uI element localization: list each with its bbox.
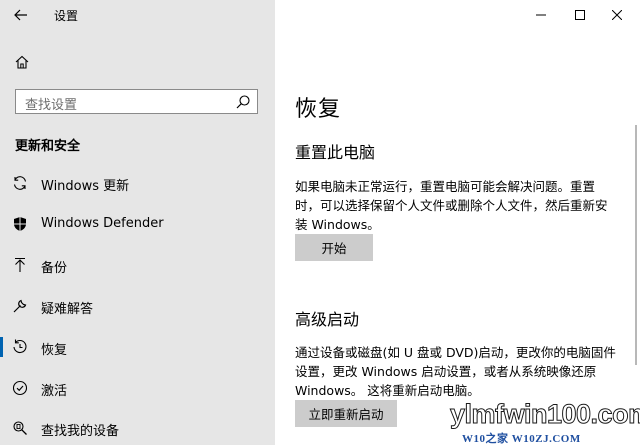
reset-description-line: 时，可以选择保留个人文件或删除个人文件，然后重新安 xyxy=(295,198,608,213)
home-button[interactable] xyxy=(12,52,32,72)
sidebar-item-find-my-device[interactable]: 查找我的设备 xyxy=(0,409,275,447)
sidebar-item-activation[interactable]: 激活 xyxy=(0,369,275,407)
maximize-icon xyxy=(575,10,585,20)
start-reset-button[interactable]: 开始 xyxy=(295,234,373,261)
sidebar-item-label: 恢复 xyxy=(41,343,68,358)
advanced-startup-description: 通过设备或磁盘(如 U 盘或 DVD)启动，更改你的电脑固件 设置，更改 Win… xyxy=(295,343,625,400)
search-icon xyxy=(236,95,250,109)
sidebar-item-windows-defender[interactable]: Windows Defender xyxy=(0,205,275,243)
sidebar-item-label: 疑难解答 xyxy=(41,302,94,317)
search-placeholder: 查找设置 xyxy=(25,98,78,113)
restart-now-button[interactable]: 立即重新启动 xyxy=(295,400,397,427)
scrollbar[interactable] xyxy=(635,125,637,365)
page-title: 恢复 xyxy=(295,97,342,122)
watermark: ylmfwin100.com W10之家 W10ZJ.COM xyxy=(450,395,640,446)
recovery-icon xyxy=(11,338,29,356)
wrench-icon xyxy=(11,297,29,315)
reset-heading: 重置此电脑 xyxy=(295,143,376,162)
sidebar-item-label: Windows Defender xyxy=(41,216,164,231)
sidebar-item-recovery[interactable]: 恢复 xyxy=(0,328,275,366)
section-title: 更新和安全 xyxy=(15,139,81,154)
close-button[interactable] xyxy=(594,0,640,30)
reset-description: 如果电脑未正常运行，重置电脑可能会解决问题。重置 时，可以选择保留个人文件或删除… xyxy=(295,177,625,234)
back-arrow-icon xyxy=(14,9,27,21)
sidebar-item-label: Windows 更新 xyxy=(41,179,130,194)
watermark-sub-text: W10之家 W10ZJ.COM xyxy=(462,433,581,445)
reset-description-line: 装 Windows。 xyxy=(295,217,380,232)
advanced-description-line: 通过设备或磁盘(如 U 盘或 DVD)启动，更改你的电脑固件 xyxy=(295,345,616,360)
back-button[interactable] xyxy=(10,4,32,26)
minimize-icon xyxy=(536,14,546,16)
home-icon xyxy=(15,55,29,69)
app-title: 设置 xyxy=(54,9,79,23)
backup-arrow-icon xyxy=(11,256,29,274)
close-icon xyxy=(612,10,622,20)
main-content: 恢复 重置此电脑 如果电脑未正常运行，重置电脑可能会解决问题。重置 时，可以选择… xyxy=(275,0,640,445)
sidebar-item-troubleshoot[interactable]: 疑难解答 xyxy=(0,287,275,325)
check-circle-icon xyxy=(11,379,29,397)
reset-description-line: 如果电脑未正常运行，重置电脑可能会解决问题。重置 xyxy=(295,179,596,194)
advanced-description-line: 设置，更改 Windows 启动设置，或者从系统映像还原 xyxy=(295,364,597,379)
selected-indicator xyxy=(0,337,3,357)
sidebar-item-label: 备份 xyxy=(41,261,68,276)
watermark-main-text: ylmfwin100.com xyxy=(450,399,640,430)
sidebar-item-windows-update[interactable]: Windows 更新 xyxy=(0,164,275,202)
shield-icon xyxy=(11,215,29,233)
sidebar-item-label: 激活 xyxy=(41,384,68,399)
find-device-icon xyxy=(11,419,29,437)
advanced-startup-heading: 高级启动 xyxy=(295,310,360,329)
search-input[interactable]: 查找设置 xyxy=(15,89,258,114)
sidebar: 设置 查找设置 更新和安全 Windows 更新 Windows Defende… xyxy=(0,0,275,445)
sidebar-item-backup[interactable]: 备份 xyxy=(0,246,275,284)
sync-icon xyxy=(11,174,29,192)
sidebar-item-label: 查找我的设备 xyxy=(41,424,120,439)
